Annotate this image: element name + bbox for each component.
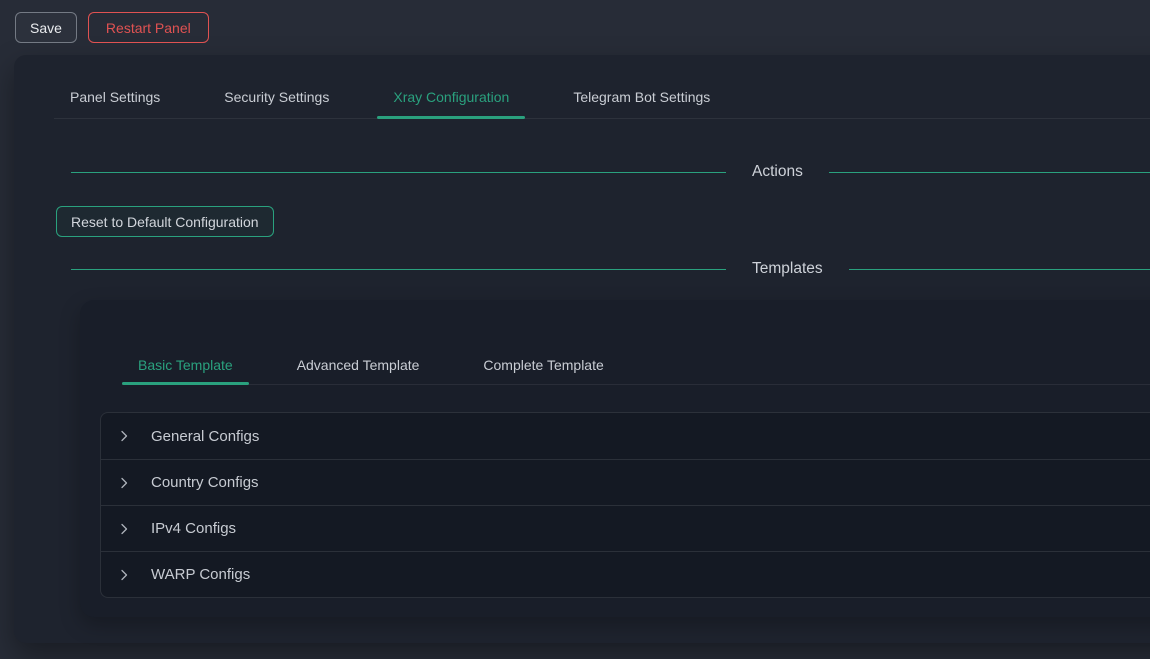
accordion-row-ipv4-configs[interactable]: IPv4 Configs [101, 505, 1150, 551]
divider-line [829, 172, 1150, 173]
chevron-right-icon [118, 477, 130, 489]
save-button[interactable]: Save [15, 12, 77, 43]
accordion-row-label: WARP Configs [151, 566, 250, 583]
chevron-right-icon [118, 569, 130, 581]
templates-card: Basic Template Advanced Template Complet… [80, 300, 1150, 617]
reset-default-configuration-button[interactable]: Reset to Default Configuration [56, 206, 274, 237]
actions-section-title: Actions [726, 163, 829, 181]
settings-tabbar: Panel Settings Security Settings Xray Co… [54, 75, 1150, 119]
divider-line [71, 172, 726, 173]
accordion-row-country-configs[interactable]: Country Configs [101, 459, 1150, 505]
templates-section-title: Templates [726, 260, 849, 278]
template-tabbar: Basic Template Advanced Template Complet… [122, 346, 1150, 385]
tab-advanced-template[interactable]: Advanced Template [281, 346, 436, 384]
tab-complete-template[interactable]: Complete Template [467, 346, 619, 384]
actions-divider: Actions [56, 157, 1150, 187]
tab-xray-configuration[interactable]: Xray Configuration [377, 75, 525, 118]
xray-configuration-content: Actions Reset to Default Configuration T… [14, 157, 1150, 617]
restart-panel-button[interactable]: Restart Panel [88, 12, 209, 43]
accordion-row-label: General Configs [151, 428, 259, 445]
top-action-bar: Save Restart Panel [0, 0, 1150, 55]
accordion-row-label: IPv4 Configs [151, 520, 236, 537]
accordion-row-general-configs[interactable]: General Configs [101, 413, 1150, 459]
chevron-right-icon [118, 430, 130, 442]
divider-line [849, 269, 1150, 270]
tab-security-settings[interactable]: Security Settings [208, 75, 345, 118]
templates-divider: Templates [56, 254, 1150, 284]
tab-telegram-bot-settings[interactable]: Telegram Bot Settings [557, 75, 726, 118]
settings-card: Panel Settings Security Settings Xray Co… [14, 55, 1150, 643]
template-config-accordion: General Configs Country Configs IPv4 Con… [100, 412, 1150, 598]
accordion-row-warp-configs[interactable]: WARP Configs [101, 551, 1150, 597]
tab-panel-settings[interactable]: Panel Settings [54, 75, 176, 118]
accordion-row-label: Country Configs [151, 474, 259, 491]
chevron-right-icon [118, 523, 130, 535]
tab-basic-template[interactable]: Basic Template [122, 346, 249, 384]
divider-line [71, 269, 726, 270]
